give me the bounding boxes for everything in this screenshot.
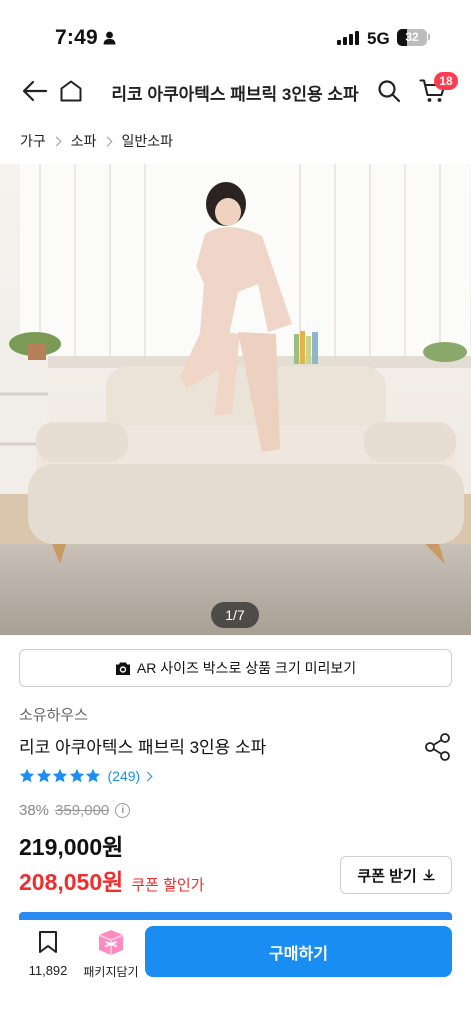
search-icon xyxy=(378,80,401,103)
coupon-price-label: 쿠폰 할인가 xyxy=(131,877,205,894)
back-button[interactable] xyxy=(20,76,50,106)
status-bar: 7:49 5G 32 xyxy=(0,0,471,62)
coupon-price-row: 208,050원 쿠폰 할인가 xyxy=(19,863,204,897)
package-button[interactable]: 패키지담기 xyxy=(80,928,142,980)
original-price: 359,000 xyxy=(55,802,110,819)
chevron-right-icon xyxy=(102,136,112,146)
info-icon[interactable]: i xyxy=(115,803,131,818)
breadcrumb-item[interactable]: 일반소파 xyxy=(122,131,174,151)
battery-level: 32 xyxy=(405,30,419,44)
buy-button[interactable]: 구매하기 xyxy=(145,926,452,977)
discount-row: 38% 359,000 i xyxy=(19,802,131,819)
search-button[interactable] xyxy=(374,76,404,106)
bookmark-button[interactable]: 11,892 xyxy=(25,930,71,978)
network-type: 5G xyxy=(367,29,390,48)
product-name: 리코 아쿠아텍스 패브릭 3인용 소파 xyxy=(19,738,267,757)
share-icon xyxy=(425,733,450,761)
bookmark-icon xyxy=(39,931,57,953)
battery-icon: 32 xyxy=(397,29,427,46)
top-nav: 리코 아쿠아텍스 패브릭 3인용 소파 xyxy=(0,62,471,120)
sofa-photo xyxy=(0,164,471,635)
package-box-icon xyxy=(98,930,124,955)
share-button[interactable] xyxy=(423,732,453,762)
rating-stars xyxy=(19,768,102,784)
discount-rate: 38% xyxy=(19,802,50,819)
rating-summary[interactable]: (249) xyxy=(19,768,153,784)
camera-icon xyxy=(115,662,130,675)
package-label: 패키지담기 xyxy=(83,965,139,979)
chevron-right-icon xyxy=(51,136,62,146)
star-icon xyxy=(85,768,101,783)
star-icon xyxy=(36,768,51,783)
back-arrow-icon xyxy=(22,80,48,102)
bookmark-count: 11,892 xyxy=(28,963,68,978)
star-icon xyxy=(52,768,68,783)
coupon-button-label: 쿠폰 받기 xyxy=(357,867,417,885)
ar-preview-button[interactable]: AR 사이즈 박스로 상품 크기 미리보기 xyxy=(19,649,452,687)
home-button[interactable] xyxy=(56,76,86,106)
person-icon xyxy=(103,31,116,45)
banner-edge xyxy=(19,912,452,920)
star-icon xyxy=(19,768,35,783)
sale-price: 219,000원 xyxy=(19,834,124,860)
bottom-action-bar: 11,892 패키지담기 구매하기 xyxy=(0,920,471,1024)
breadcrumb-item[interactable]: 소파 xyxy=(71,131,97,151)
home-icon xyxy=(60,80,82,102)
page-title: 리코 아쿠아텍스 패브릭 3인용 소파 xyxy=(111,85,359,104)
breadcrumb: 가구 소파 일반소파 xyxy=(20,131,173,151)
download-icon xyxy=(422,869,435,881)
product-image[interactable] xyxy=(0,164,471,635)
buy-button-label: 구매하기 xyxy=(269,945,328,963)
review-count: (249) xyxy=(107,768,141,784)
breadcrumb-item[interactable]: 가구 xyxy=(20,131,46,151)
chevron-right-icon xyxy=(142,771,153,781)
get-coupon-button[interactable]: 쿠폰 받기 xyxy=(340,856,452,894)
image-counter: 1/7 xyxy=(211,602,259,628)
star-icon xyxy=(69,768,84,783)
coupon-price: 208,050원 xyxy=(19,869,124,895)
brand-name[interactable]: 소유하우스 xyxy=(19,704,88,725)
signal-icon xyxy=(337,31,359,45)
ar-preview-label: AR 사이즈 박스로 상품 크기 미리보기 xyxy=(136,660,357,676)
status-time: 7:49 xyxy=(55,26,98,49)
cart-count-badge: 18 xyxy=(434,72,458,90)
